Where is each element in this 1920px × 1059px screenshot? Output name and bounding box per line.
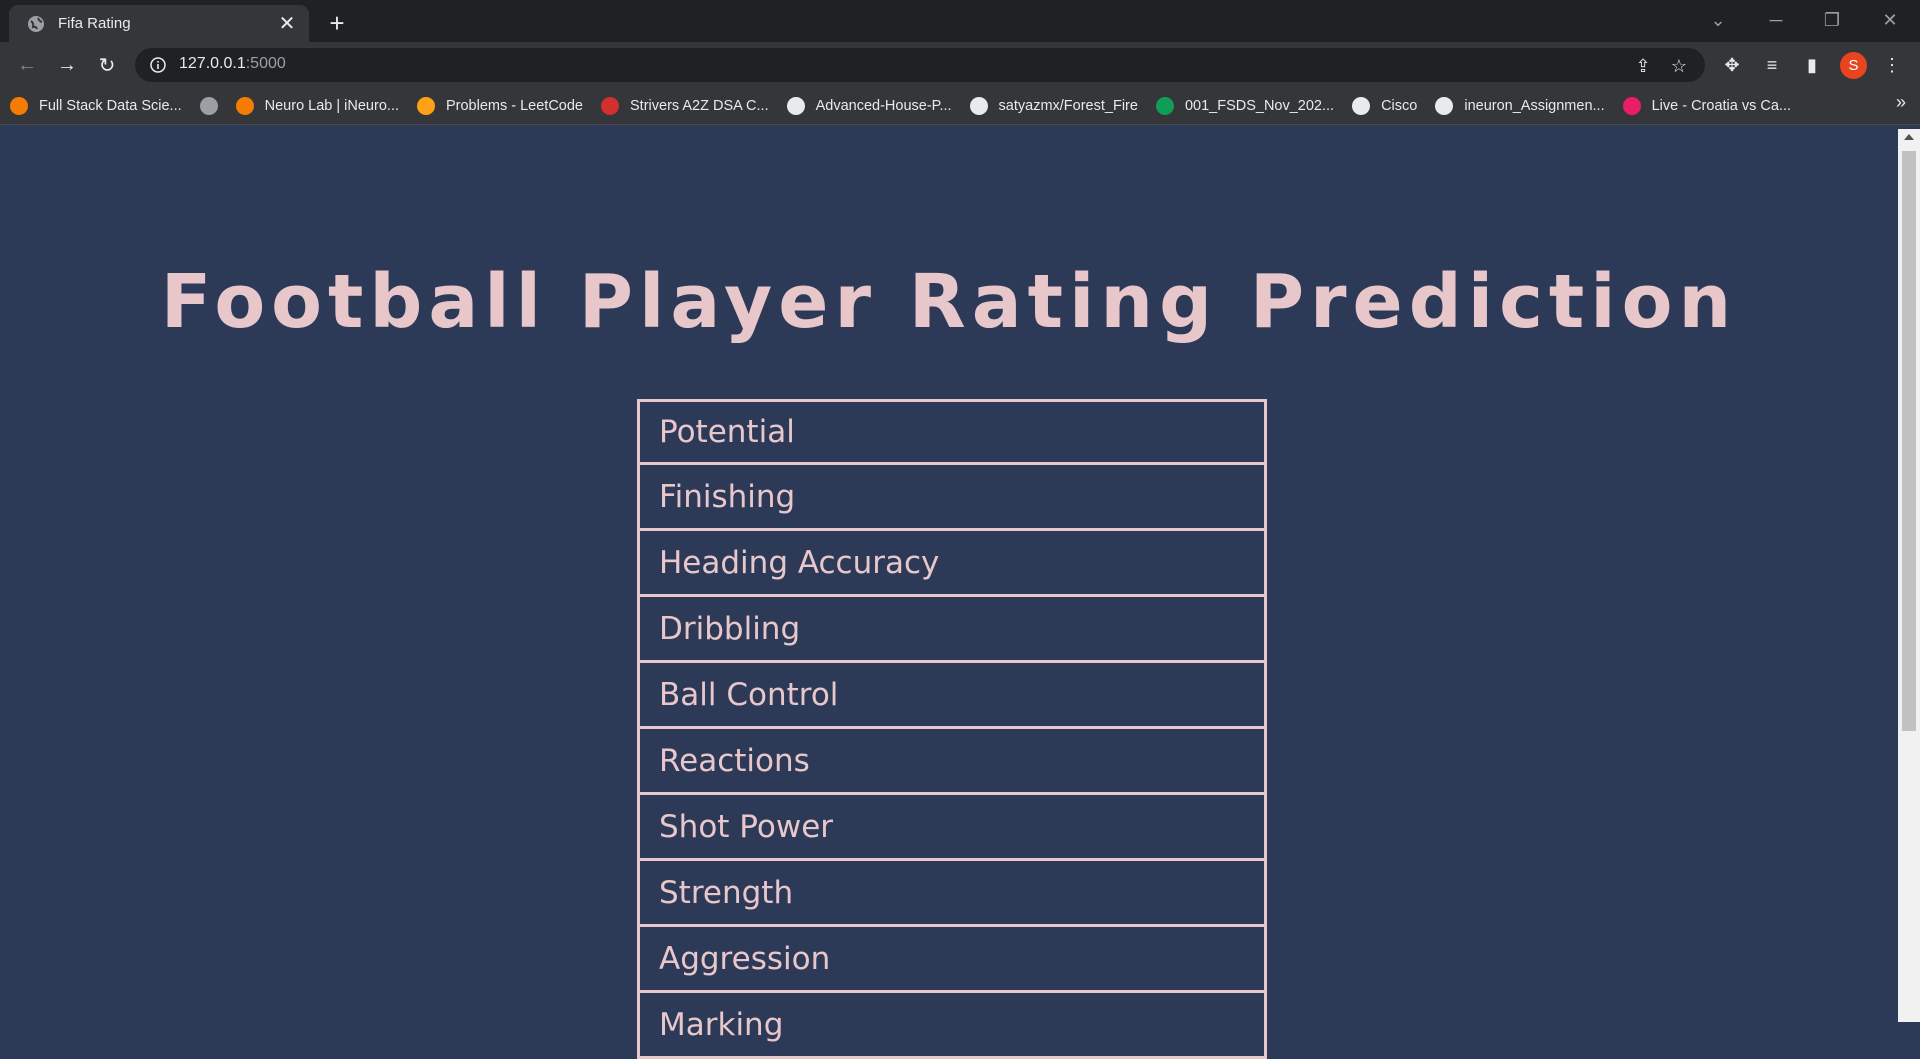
tab-strip: Fifa Rating ✕ + ⌄ ─ ❐ ✕ <box>0 0 1920 42</box>
bookmark-item[interactable]: ineuron_Assignmen... <box>1427 92 1612 120</box>
url-text: 127.0.0.1:5000 <box>179 55 286 72</box>
bookmark-label: Full Stack Data Scie... <box>39 98 182 114</box>
media-controls-icon[interactable]: ≡ <box>1756 49 1788 81</box>
rating-input-dribbling[interactable] <box>637 597 1267 663</box>
prediction-form <box>637 399 1267 1059</box>
rating-input-potential[interactable] <box>637 399 1267 465</box>
new-tab-button[interactable]: + <box>322 8 352 38</box>
bookmark-item[interactable]: Neuro Lab | iNeuro... <box>228 92 407 120</box>
reload-button[interactable]: ↻ <box>91 49 123 81</box>
rating-input-shot-power[interactable] <box>637 795 1267 861</box>
side-panel-icon[interactable]: ▮ <box>1796 49 1828 81</box>
address-bar[interactable]: 127.0.0.1:5000 ⇪ ☆ <box>135 48 1705 82</box>
github-icon <box>786 97 805 115</box>
globe-icon <box>26 14 46 34</box>
rating-input-ball-control[interactable] <box>637 663 1267 729</box>
sheets-icon <box>1155 97 1174 115</box>
page-title: Football Player Rating Prediction <box>160 259 1738 345</box>
bookmark-label: Strivers A2Z DSA C... <box>630 98 769 114</box>
minimize-button[interactable]: ─ <box>1748 0 1804 40</box>
ineuron-logo-icon <box>10 97 28 115</box>
bookmark-item[interactable]: satyazmx/Forest_Fire <box>962 92 1146 120</box>
rating-input-marking[interactable] <box>637 993 1267 1059</box>
rating-input-heading-accuracy[interactable] <box>637 531 1267 597</box>
browser-toolbar: ← → ↻ 127.0.0.1:5000 ⇪ ☆ ✥ ≡ ▮ S ⋮ <box>0 42 1920 88</box>
cisco-icon <box>1352 97 1371 115</box>
bookmark-label: ineuron_Assignmen... <box>1464 98 1605 114</box>
bookmark-label: Problems - LeetCode <box>445 98 583 114</box>
profile-avatar[interactable]: S <box>1840 52 1867 79</box>
bookmark-item[interactable]: Strivers A2Z DSA C... <box>593 92 777 120</box>
more-bookmarks-icon[interactable]: » <box>1896 92 1906 113</box>
github-icon <box>1435 97 1454 115</box>
back-button[interactable]: ← <box>11 49 43 81</box>
scroll-up-icon[interactable] <box>1904 134 1914 140</box>
bookmark-label: Neuro Lab | iNeuro... <box>264 98 399 114</box>
tab-title: Fifa Rating <box>58 15 131 32</box>
browser-tab[interactable]: Fifa Rating ✕ <box>9 5 309 42</box>
bookmarks-bar: Full Stack Data Scie... Neuro Lab | iNeur… <box>0 88 1920 125</box>
tab-search-icon[interactable]: ⌄ <box>1690 0 1746 40</box>
bookmark-label: Advanced-House-P... <box>815 98 952 114</box>
site-info-icon[interactable] <box>149 56 167 74</box>
rating-input-aggression[interactable] <box>637 927 1267 993</box>
menu-kebab-icon[interactable]: ⋮ <box>1876 49 1908 81</box>
bookmark-star-icon[interactable]: ☆ <box>1668 55 1690 77</box>
extensions-icon[interactable]: ✥ <box>1716 49 1748 81</box>
bookmark-item[interactable]: Problems - LeetCode <box>409 92 591 120</box>
scrollbar-thumb[interactable] <box>1902 151 1916 731</box>
page-content: Football Player Rating Prediction <box>0 129 1898 1059</box>
bookmark-label: Cisco <box>1381 98 1418 114</box>
rating-input-finishing[interactable] <box>637 465 1267 531</box>
rating-input-reactions[interactable] <box>637 729 1267 795</box>
bookmark-item[interactable]: 001_FSDS_Nov_202... <box>1148 92 1342 120</box>
bookmark-label: 001_FSDS_Nov_202... <box>1184 98 1335 114</box>
tuf-icon <box>601 97 619 115</box>
live-icon <box>1622 97 1641 115</box>
rating-input-strength[interactable] <box>637 861 1267 927</box>
leetcode-icon <box>416 97 435 115</box>
bookmark-label: satyazmx/Forest_Fire <box>998 98 1138 114</box>
bookmark-item[interactable]: Advanced-House-P... <box>779 92 960 120</box>
bookmark-label: Live - Croatia vs Ca... <box>1651 98 1792 114</box>
bookmark-item[interactable]: Live - Croatia vs Ca... <box>1615 92 1799 120</box>
share-icon[interactable]: ⇪ <box>1632 55 1654 77</box>
vertical-scrollbar[interactable] <box>1898 129 1920 1022</box>
bookmark-item[interactable]: Full Stack Data Scie... <box>2 92 190 120</box>
forward-button[interactable]: → <box>51 49 83 81</box>
ineuron-logo-icon <box>235 97 254 115</box>
close-tab-icon[interactable]: ✕ <box>273 10 301 38</box>
globe-icon <box>199 97 218 115</box>
bookmark-item[interactable] <box>192 92 226 120</box>
github-icon <box>969 97 988 115</box>
restore-button[interactable]: ❐ <box>1804 0 1860 40</box>
bookmark-item[interactable]: Cisco <box>1344 92 1425 120</box>
close-window-button[interactable]: ✕ <box>1862 0 1918 40</box>
